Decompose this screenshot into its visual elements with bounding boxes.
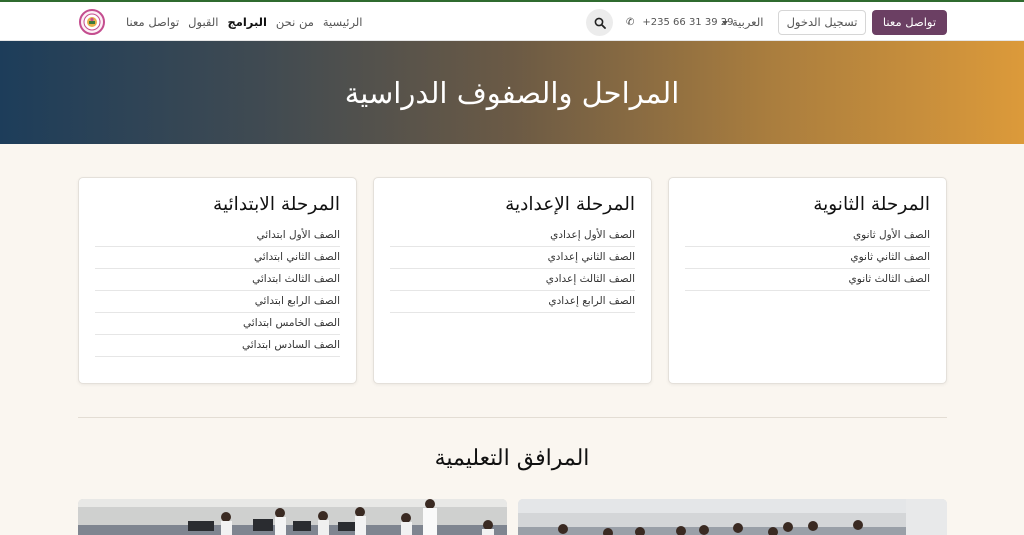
facility-photo-computer-lab[interactable] xyxy=(78,499,507,535)
grade-item: الصف السادس ابتدائي xyxy=(95,335,340,357)
grade-item: الصف الثاني ثانوي xyxy=(685,247,930,269)
grade-list: الصف الأول ثانوي الصف الثاني ثانوي الصف … xyxy=(685,225,930,291)
facility-photo-classroom[interactable] xyxy=(518,499,947,535)
grade-item: الصف الخامس ابتدائي xyxy=(95,313,340,335)
stage-title: المرحلة الإعدادية xyxy=(505,194,635,215)
grade-item: الصف الثالث إعدادي xyxy=(390,269,635,291)
phone-icon: ✆ xyxy=(626,17,635,28)
facilities-heading: المرافق التعليمية xyxy=(434,446,590,471)
classroom-image xyxy=(518,499,947,535)
phone-link[interactable]: ✆ +235 66 31 39 29 xyxy=(626,10,733,35)
grade-list: الصف الأول إعدادي الصف الثاني إعدادي الص… xyxy=(390,225,635,313)
grade-item: الصف الأول ثانوي xyxy=(685,225,930,247)
nav-links: تواصل معنا القبول البرامج من نحن الرئيسي… xyxy=(126,10,363,35)
stage-card-secondary: المرحلة الثانوية الصف الأول ثانوي الصف ا… xyxy=(668,177,947,384)
grade-item: الصف الأول إعدادي xyxy=(390,225,635,247)
grade-item: الصف الرابع إعدادي xyxy=(390,291,635,313)
computer-lab-image xyxy=(78,499,507,535)
school-logo-icon[interactable] xyxy=(79,9,105,35)
grade-item: الصف الرابع ابتدائي xyxy=(95,291,340,313)
stage-card-preparatory: المرحلة الإعدادية الصف الأول إعدادي الصف… xyxy=(373,177,652,384)
hero-banner: المراحل والصفوف الدراسية xyxy=(0,41,1024,144)
grade-item: الصف الثاني إعدادي xyxy=(390,247,635,269)
language-label: العربية xyxy=(732,15,764,29)
logo-emblem xyxy=(83,13,101,31)
stage-title: المرحلة الثانوية xyxy=(813,194,930,215)
grade-item: الصف الثاني ابتدائي xyxy=(95,247,340,269)
stage-title: المرحلة الابتدائية xyxy=(213,194,340,215)
grade-list: الصف الأول ابتدائي الصف الثاني ابتدائي ا… xyxy=(95,225,340,357)
stage-card-primary: المرحلة الابتدائية الصف الأول ابتدائي ال… xyxy=(78,177,357,384)
navbar: تواصل معنا تسجيل الدخول العربية ✆ +235 6… xyxy=(0,2,1024,41)
grade-item: الصف الأول ابتدائي xyxy=(95,225,340,247)
nav-link-programs[interactable]: البرامج xyxy=(227,10,266,35)
phone-number: +235 66 31 39 29 xyxy=(642,17,734,28)
login-button[interactable]: تسجيل الدخول xyxy=(778,10,866,35)
section-divider xyxy=(78,417,947,418)
nav-link-contact[interactable]: تواصل معنا xyxy=(126,10,179,35)
contact-button[interactable]: تواصل معنا xyxy=(872,10,947,35)
nav-link-home[interactable]: الرئيسية xyxy=(323,10,363,35)
grade-item: الصف الثالث ثانوي xyxy=(685,269,930,291)
nav-link-admission[interactable]: القبول xyxy=(188,10,218,35)
page-title: المراحل والصفوف الدراسية xyxy=(344,75,680,110)
grade-item: الصف الثالث ابتدائي xyxy=(95,269,340,291)
search-button[interactable] xyxy=(586,9,613,36)
nav-link-about[interactable]: من نحن xyxy=(276,10,314,35)
search-icon xyxy=(594,17,606,29)
